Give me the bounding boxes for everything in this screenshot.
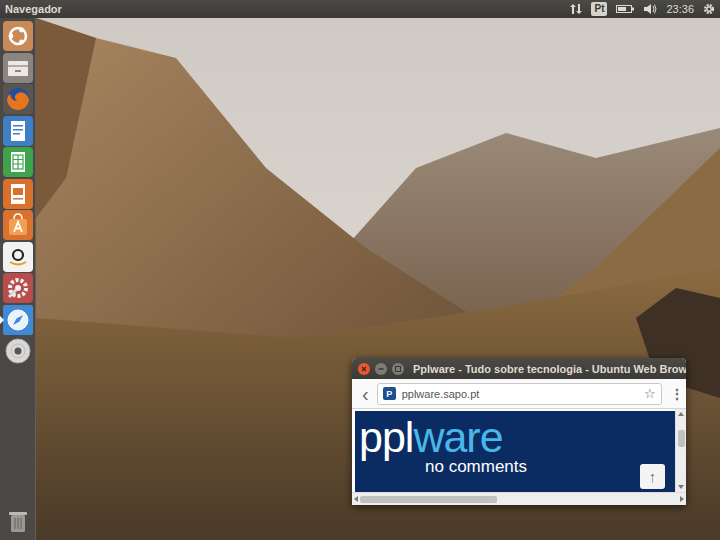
launcher-item[interactable]: [3, 506, 33, 536]
logo-tagline: no comments: [425, 457, 675, 477]
logo-light: ppl: [359, 413, 413, 461]
browser-icon[interactable]: [3, 305, 33, 335]
site-banner: pplwareno comments: [355, 411, 675, 492]
scroll-right-arrow[interactable]: [680, 496, 684, 502]
dash-icon[interactable]: [3, 21, 33, 51]
browser-window[interactable]: Pplware - Tudo sobre tecnologia - Ubuntu…: [352, 358, 686, 505]
minimize-button[interactable]: [375, 363, 387, 375]
scroll-up-arrow[interactable]: [678, 412, 684, 416]
page: pplwareno comments↑: [352, 409, 675, 492]
settings-icon[interactable]: [3, 273, 33, 303]
software-icon[interactable]: [3, 210, 33, 240]
page-content: pplwareno comments↑: [352, 409, 686, 492]
close-button[interactable]: [358, 363, 370, 375]
launcher-item[interactable]: [3, 273, 33, 303]
launcher: [0, 18, 36, 540]
launcher-item[interactable]: [3, 53, 33, 83]
launcher-item[interactable]: [3, 179, 33, 209]
maximize-button[interactable]: [392, 363, 404, 375]
horizontal-scroll-track[interactable]: [358, 493, 680, 505]
vertical-scroll-thumb[interactable]: [678, 430, 685, 447]
address-bar[interactable]: Ppplware.sapo.pt ☆: [377, 383, 662, 405]
volume-icon[interactable]: [643, 3, 657, 15]
launcher-item[interactable]: [3, 21, 33, 51]
window-title: Navegador: [5, 3, 62, 15]
menu-button[interactable]: ⋮: [670, 386, 680, 402]
horizontal-scrollbar[interactable]: [352, 492, 686, 505]
logo-accent: ware: [413, 413, 502, 461]
launcher-item[interactable]: [3, 210, 33, 240]
battery-icon[interactable]: [616, 4, 634, 14]
horizontal-scroll-thumb[interactable]: [360, 496, 497, 503]
site-logo[interactable]: pplware: [359, 417, 675, 457]
files-icon[interactable]: [3, 53, 33, 83]
launcher-item[interactable]: [3, 116, 33, 146]
favicon: P: [383, 387, 396, 400]
launcher-item[interactable]: [3, 242, 33, 272]
calc-icon[interactable]: [3, 147, 33, 177]
vertical-scrollbar[interactable]: [675, 409, 686, 492]
toolbar: ‹ Ppplware.sapo.pt ☆ ⋮: [352, 379, 686, 409]
window-title: Pplware - Tudo sobre tecnologia - Ubuntu…: [413, 363, 686, 375]
impress-icon[interactable]: [3, 179, 33, 209]
launcher-item[interactable]: [3, 147, 33, 177]
desktop: Pplware - Tudo sobre tecnologia - Ubuntu…: [36, 18, 720, 540]
title-bar[interactable]: Pplware - Tudo sobre tecnologia - Ubuntu…: [352, 358, 686, 379]
running-indicator: [0, 316, 4, 324]
network-icon[interactable]: [570, 3, 582, 15]
firefox-icon[interactable]: [3, 84, 33, 114]
disc-icon[interactable]: [3, 336, 33, 366]
launcher-item[interactable]: [3, 305, 33, 335]
url-text[interactable]: pplware.sapo.pt: [402, 388, 638, 400]
vertical-scroll-track[interactable]: [676, 416, 686, 485]
launcher-item[interactable]: [3, 336, 33, 366]
clock[interactable]: 23:36: [666, 3, 694, 15]
launcher-item[interactable]: [3, 84, 33, 114]
gear-icon[interactable]: [703, 3, 715, 15]
back-button[interactable]: ‹: [362, 384, 369, 404]
indicators: Pt 23:36: [570, 2, 715, 16]
bookmark-button[interactable]: ☆: [644, 386, 656, 401]
amazon-icon[interactable]: [3, 242, 33, 272]
keyboard-layout[interactable]: Pt: [591, 2, 607, 16]
trash-icon[interactable]: [3, 506, 33, 536]
writer-icon[interactable]: [3, 116, 33, 146]
scroll-left-arrow[interactable]: [354, 496, 358, 502]
top-bar: Navegador Pt 23:36: [0, 0, 720, 18]
scroll-down-arrow[interactable]: [678, 485, 684, 489]
scroll-top-button[interactable]: ↑: [640, 464, 665, 489]
